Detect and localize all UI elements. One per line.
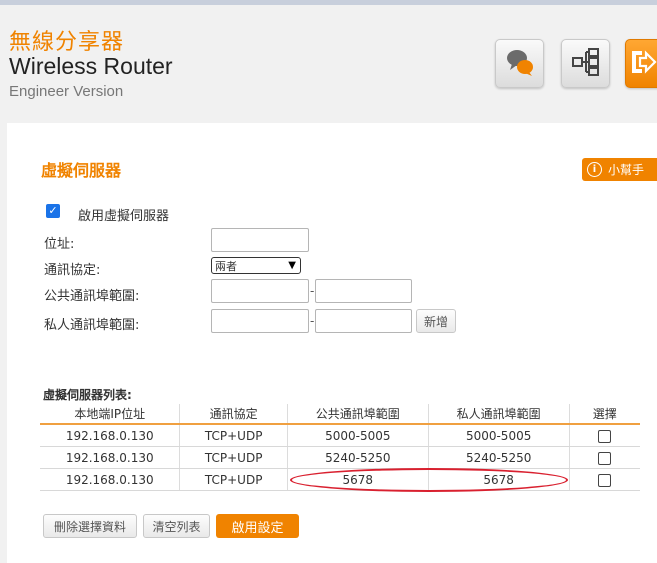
protocol-select[interactable]: 兩者 ▼ [211, 257, 301, 274]
cell-select [568, 446, 640, 469]
apply-settings-button[interactable]: 啟用設定 [216, 514, 299, 538]
enable-virtual-server-label: 啟用虛擬伺服器 [78, 209, 170, 224]
logout-button[interactable] [625, 39, 657, 88]
cell-select [568, 424, 640, 447]
table-row: 192.168.0.130 TCP+UDP 5000-5005 5000-500… [40, 424, 640, 447]
col-header-public-port: 公共通訊埠範圍 [286, 404, 429, 425]
private-port-end-input[interactable] [315, 309, 412, 333]
cell-public-port: 5240-5250 [286, 446, 429, 469]
public-port-separator: - [310, 284, 315, 298]
protocol-select-value: 兩者 [215, 259, 237, 273]
public-port-label: 公共通訊埠範圍: [44, 289, 140, 304]
row-select-checkbox[interactable] [598, 429, 612, 443]
info-icon: i [587, 162, 602, 177]
cell-ip: 192.168.0.130 [40, 424, 180, 447]
cell-protocol: TCP+UDP [179, 446, 288, 469]
help-button-label: 小幫手 [608, 163, 645, 177]
table-header-row: 本地端IP位址 通訊協定 公共通訊埠範圍 私人通訊埠範圍 選擇 [40, 404, 640, 425]
network-button[interactable] [561, 39, 610, 88]
chat-icon [503, 45, 537, 83]
cell-private-port: 5240-5250 [427, 446, 570, 469]
network-icon [570, 46, 602, 82]
table-row: 192.168.0.130 TCP+UDP 5678 5678 [40, 468, 640, 491]
brand-title-en: Wireless Router [9, 53, 173, 79]
col-header-private-port: 私人通訊埠範圍 [427, 404, 570, 425]
row-select-checkbox[interactable] [598, 473, 612, 487]
chevron-down-icon: ▼ [288, 260, 296, 271]
delete-selected-button[interactable]: 刪除選擇資料 [43, 514, 137, 538]
private-port-separator: - [310, 314, 315, 328]
private-port-start-input[interactable] [211, 309, 309, 333]
version-label: Engineer Version [9, 83, 124, 100]
cell-private-port: 5678 [427, 468, 570, 491]
enable-virtual-server-checkbox[interactable]: ✓ [46, 204, 60, 218]
row-select-checkbox[interactable] [598, 451, 612, 465]
list-title: 虛擬伺服器列表: [43, 388, 132, 402]
public-port-start-input[interactable] [211, 279, 309, 303]
top-strip [0, 0, 657, 5]
add-button[interactable]: 新增 [416, 309, 456, 333]
col-header-ip: 本地端IP位址 [40, 404, 180, 425]
cell-protocol: TCP+UDP [179, 424, 288, 447]
cell-public-port: 5000-5005 [286, 424, 429, 447]
content-panel [7, 123, 657, 563]
cell-public-port: 5678 [286, 468, 429, 491]
cell-ip: 192.168.0.130 [40, 446, 180, 469]
table-row: 192.168.0.130 TCP+UDP 5240-5250 5240-525… [40, 446, 640, 469]
cell-ip: 192.168.0.130 [40, 468, 180, 491]
cell-private-port: 5000-5005 [427, 424, 570, 447]
col-header-protocol: 通訊協定 [179, 404, 288, 425]
cell-protocol: TCP+UDP [179, 468, 288, 491]
col-header-select: 選擇 [568, 404, 640, 425]
page-title: 虛擬伺服器 [41, 161, 122, 180]
chat-button[interactable] [495, 39, 544, 88]
help-button[interactable]: i 小幫手 [582, 158, 657, 181]
public-port-end-input[interactable] [315, 279, 412, 303]
protocol-label: 通訊協定: [44, 263, 101, 278]
clear-list-button[interactable]: 清空列表 [143, 514, 210, 538]
address-label: 位址: [44, 237, 75, 252]
virtual-server-table: 本地端IP位址 通訊協定 公共通訊埠範圍 私人通訊埠範圍 選擇 192.168.… [40, 404, 640, 491]
address-input[interactable] [211, 228, 309, 252]
logout-icon [628, 47, 657, 81]
brand-title-cn: 無線分享器 [9, 30, 125, 55]
private-port-label: 私人通訊埠範圍: [44, 318, 140, 333]
cell-select [568, 468, 640, 491]
